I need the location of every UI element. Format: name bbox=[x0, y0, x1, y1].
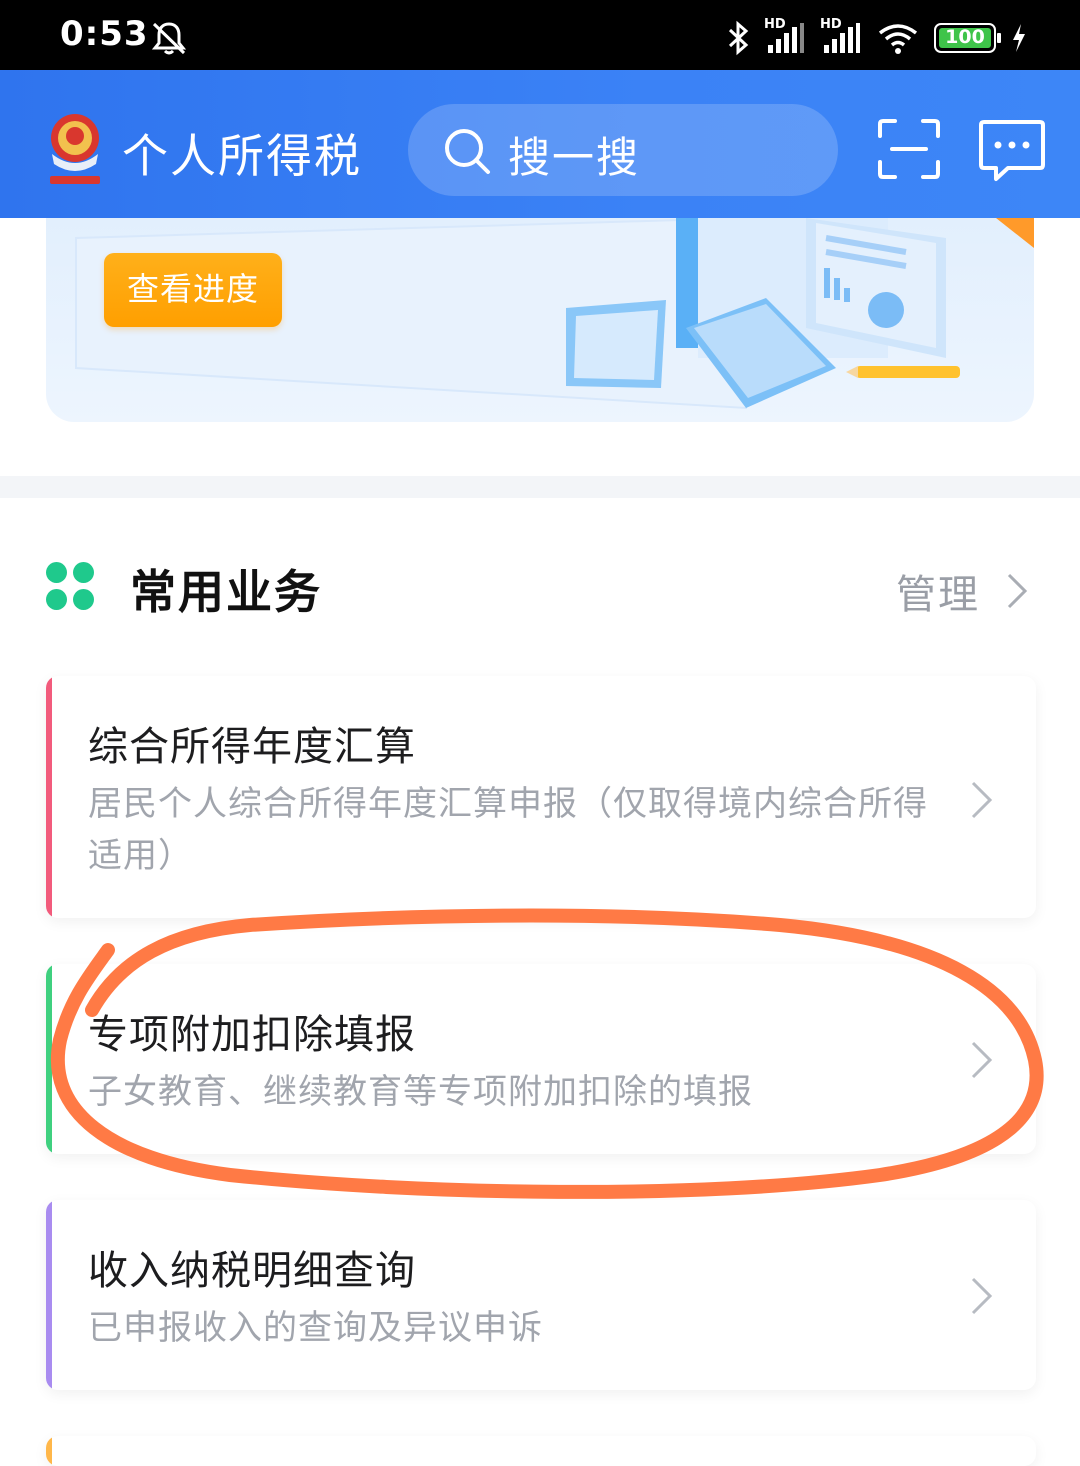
section-title: 常用业务 bbox=[130, 565, 322, 619]
card-description: 子女教育、继续教育等专项附加扣除的填报 bbox=[88, 1072, 753, 1112]
service-card-special-deduction[interactable]: 专项附加扣除填报 子女教育、继续教育等专项附加扣除的填报 bbox=[46, 964, 1036, 1154]
status-time: 0:53 bbox=[60, 14, 149, 54]
tax-emblem-logo bbox=[50, 114, 100, 184]
service-card-partial[interactable] bbox=[46, 1436, 1036, 1466]
bell-muted-icon bbox=[151, 22, 187, 55]
message-icon[interactable] bbox=[978, 118, 1046, 184]
card-accent-bar bbox=[46, 1200, 52, 1390]
card-title: 专项附加扣除填报 bbox=[88, 1012, 416, 1058]
scan-icon[interactable] bbox=[876, 118, 942, 180]
bluetooth-icon bbox=[728, 20, 749, 56]
search-bar[interactable]: 搜一搜 bbox=[408, 104, 838, 196]
status-icons: HD HD 100 bbox=[726, 17, 1028, 58]
services-grid-icon bbox=[46, 562, 94, 610]
service-card-income-query[interactable]: 收入纳税明细查询 已申报收入的查询及异议申诉 bbox=[46, 1200, 1036, 1390]
card-title: 收入纳税明细查询 bbox=[88, 1248, 416, 1294]
card-description: 居民个人综合所得年度汇算申报（仅取得境内综合所得适用） bbox=[88, 784, 928, 876]
service-card-annual-settlement[interactable]: 综合所得年度汇算 居民个人综合所得年度汇算申报（仅取得境内综合所得适用） bbox=[46, 676, 1036, 918]
card-title: 综合所得年度汇算 bbox=[88, 724, 416, 770]
search-icon bbox=[445, 129, 490, 174]
card-accent-bar bbox=[46, 1436, 52, 1466]
card-description: 已申报收入的查询及异议申诉 bbox=[88, 1308, 543, 1348]
signal-1-icon: HD bbox=[764, 17, 806, 55]
chevron-right-icon[interactable] bbox=[1006, 572, 1028, 610]
section-divider bbox=[0, 476, 1080, 498]
check-progress-button[interactable]: 查看进度 bbox=[104, 253, 282, 327]
chevron-right-icon bbox=[971, 1041, 993, 1079]
chevron-right-icon bbox=[971, 781, 993, 819]
chevron-right-icon bbox=[971, 1277, 993, 1315]
battery-icon: 100 bbox=[934, 23, 1001, 53]
card-accent-bar bbox=[46, 964, 52, 1154]
search-placeholder: 搜一搜 bbox=[508, 133, 641, 182]
charging-icon bbox=[1013, 24, 1025, 52]
signal-2-icon: HD bbox=[820, 17, 862, 55]
wifi-icon bbox=[878, 24, 918, 54]
app-header: 个人所得税 搜一搜 bbox=[0, 70, 1080, 218]
status-bar: 0:53 HD HD 100 bbox=[0, 0, 1080, 70]
app-title: 个人所得税 bbox=[122, 129, 362, 183]
card-accent-bar bbox=[46, 676, 52, 918]
manage-link[interactable]: 管理 bbox=[896, 562, 980, 620]
